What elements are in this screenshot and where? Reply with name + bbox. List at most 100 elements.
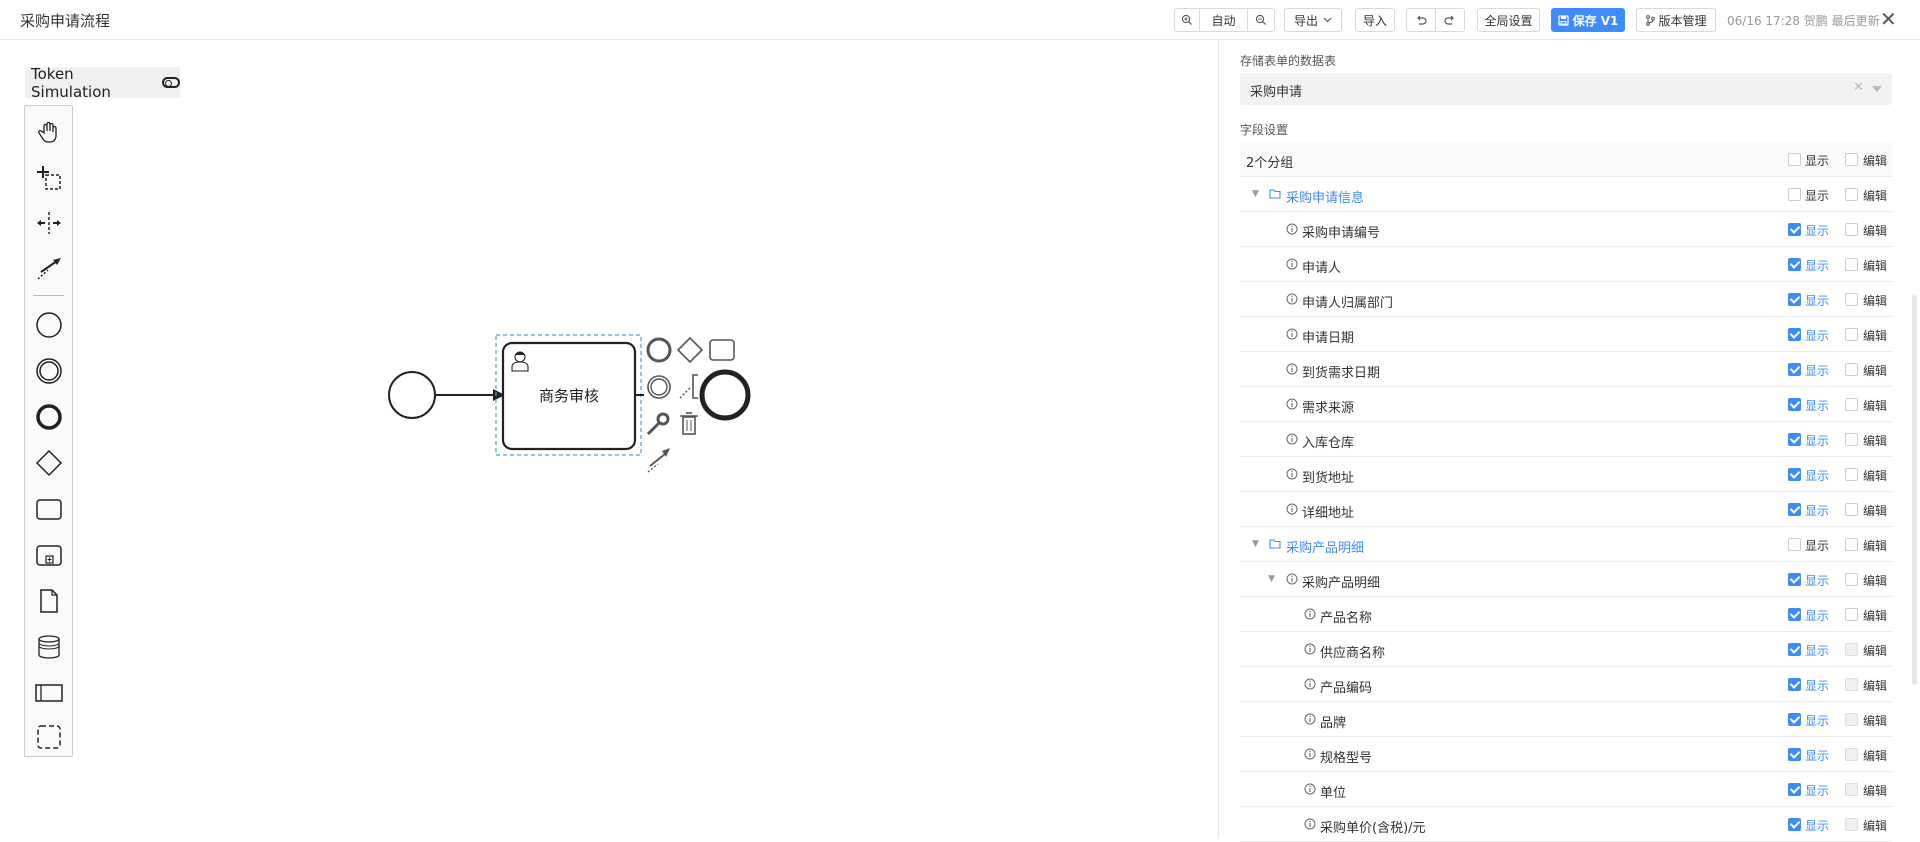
show-checkbox[interactable] — [1788, 328, 1801, 341]
group-row[interactable]: ▼ 采购申请信息 显示 编辑 — [1240, 177, 1892, 212]
edit-checkbox[interactable] — [1845, 608, 1858, 621]
global-settings-button[interactable]: 全局设置 — [1477, 8, 1540, 32]
field-row[interactable]: 供应商名称 显示 编辑 — [1240, 632, 1892, 667]
show-checkbox[interactable] — [1788, 678, 1801, 691]
field-row[interactable]: 单位 显示 编辑 — [1240, 772, 1892, 807]
table-select[interactable]: 采购申请 ✕ — [1240, 73, 1892, 105]
edit-checkbox[interactable] — [1845, 223, 1858, 236]
field-row[interactable]: 采购申请编号 显示 编辑 — [1240, 212, 1892, 247]
edit-checkbox[interactable] — [1845, 678, 1858, 691]
field-row[interactable]: 采购单价(含税)/元 显示 编辑 — [1240, 807, 1892, 842]
show-checkbox[interactable] — [1788, 818, 1801, 831]
show-checkbox[interactable] — [1788, 468, 1801, 481]
field-row[interactable]: 品牌 显示 编辑 — [1240, 702, 1892, 737]
edit-checkbox[interactable] — [1845, 643, 1858, 656]
clear-icon[interactable]: ✕ — [1853, 80, 1864, 95]
redo-button[interactable] — [1436, 9, 1464, 31]
end-event[interactable] — [699, 369, 751, 421]
data-store-tool-icon[interactable] — [25, 627, 72, 667]
panel-scrollbar[interactable] — [1912, 295, 1917, 685]
append-end-event-icon[interactable] — [646, 337, 672, 363]
field-row[interactable]: 需求来源 显示 编辑 — [1240, 387, 1892, 422]
show-checkbox[interactable] — [1788, 433, 1801, 446]
data-object-tool-icon[interactable] — [25, 581, 72, 621]
edit-checkbox[interactable] — [1845, 433, 1858, 446]
group-tool-icon[interactable] — [25, 717, 72, 757]
edit-checkbox[interactable] — [1845, 538, 1858, 551]
text-annotation-icon[interactable] — [679, 374, 698, 399]
edit-checkbox[interactable] — [1845, 363, 1858, 376]
edit-checkbox[interactable] — [1845, 748, 1858, 761]
zoom-out-button[interactable] — [1248, 9, 1274, 31]
version-management-button[interactable]: 版本管理 — [1636, 8, 1716, 32]
show-checkbox[interactable] — [1788, 783, 1801, 796]
end-event-tool-icon[interactable] — [25, 397, 72, 437]
zoom-auto-button[interactable]: 自动 — [1200, 9, 1248, 31]
start-event-tool-icon[interactable] — [25, 305, 72, 345]
edit-checkbox[interactable] — [1845, 503, 1858, 516]
edit-checkbox[interactable] — [1845, 783, 1858, 796]
field-row[interactable]: 产品名称 显示 编辑 — [1240, 597, 1892, 632]
show-checkbox[interactable] — [1788, 188, 1801, 201]
edit-checkbox[interactable] — [1845, 188, 1858, 201]
pool-tool-icon[interactable] — [25, 673, 72, 713]
show-checkbox[interactable] — [1788, 643, 1801, 656]
field-row[interactable]: 到货需求日期 显示 编辑 — [1240, 352, 1892, 387]
wrench-icon[interactable] — [646, 412, 670, 436]
edit-all-checkbox[interactable] — [1845, 153, 1858, 166]
undo-button[interactable] — [1407, 9, 1436, 31]
edit-checkbox[interactable] — [1845, 328, 1858, 341]
gateway-tool-icon[interactable] — [25, 443, 72, 483]
caret-down-icon[interactable]: ▼ — [1252, 539, 1259, 549]
global-connect-tool-icon[interactable] — [25, 248, 72, 288]
chevron-down-icon[interactable] — [1872, 86, 1882, 92]
field-row[interactable]: 申请人归属部门 显示 编辑 — [1240, 282, 1892, 317]
group-row[interactable]: ▼ 采购产品明细 显示 编辑 — [1240, 562, 1892, 597]
show-checkbox[interactable] — [1788, 223, 1801, 236]
field-row[interactable]: 产品编码 显示 编辑 — [1240, 667, 1892, 702]
edit-checkbox[interactable] — [1845, 573, 1858, 586]
caret-down-icon[interactable]: ▼ — [1268, 574, 1275, 584]
subprocess-tool-icon[interactable] — [25, 535, 72, 575]
save-button[interactable]: 保存 V1 — [1551, 8, 1625, 32]
import-button[interactable]: 导入 — [1355, 8, 1395, 32]
task-tool-icon[interactable] — [25, 489, 72, 529]
append-gateway-icon[interactable] — [676, 336, 704, 364]
field-row[interactable]: 申请人 显示 编辑 — [1240, 247, 1892, 282]
field-row[interactable]: 详细地址 显示 编辑 — [1240, 492, 1892, 527]
append-task-icon[interactable] — [709, 339, 735, 361]
append-intermediate-event-icon[interactable] — [647, 375, 671, 399]
edit-checkbox[interactable] — [1845, 713, 1858, 726]
show-checkbox[interactable] — [1788, 398, 1801, 411]
edit-checkbox[interactable] — [1845, 258, 1858, 271]
group-row[interactable]: ▼ 采购产品明细 显示 编辑 — [1240, 527, 1892, 562]
show-checkbox[interactable] — [1788, 608, 1801, 621]
close-icon[interactable]: ✕ — [1880, 7, 1897, 31]
caret-down-icon[interactable]: ▼ — [1252, 189, 1259, 199]
token-simulation-toggle[interactable]: Token Simulation — [25, 65, 180, 101]
show-checkbox[interactable] — [1788, 258, 1801, 271]
field-row[interactable]: 入库仓库 显示 编辑 — [1240, 422, 1892, 457]
export-button[interactable]: 导出 — [1284, 8, 1342, 32]
show-checkbox[interactable] — [1788, 573, 1801, 586]
edit-checkbox[interactable] — [1845, 293, 1858, 306]
show-checkbox[interactable] — [1788, 363, 1801, 376]
show-checkbox[interactable] — [1788, 293, 1801, 306]
zoom-in-button[interactable] — [1175, 9, 1200, 31]
show-checkbox[interactable] — [1788, 503, 1801, 516]
show-checkbox[interactable] — [1788, 538, 1801, 551]
edit-checkbox[interactable] — [1845, 818, 1858, 831]
connect-icon[interactable] — [647, 448, 670, 473]
edit-checkbox[interactable] — [1845, 468, 1858, 481]
intermediate-event-tool-icon[interactable] — [25, 351, 72, 391]
show-checkbox[interactable] — [1788, 748, 1801, 761]
start-event[interactable] — [388, 371, 436, 419]
show-all-checkbox[interactable] — [1788, 153, 1801, 166]
lasso-tool-icon[interactable] — [25, 158, 72, 198]
edit-checkbox[interactable] — [1845, 398, 1858, 411]
field-row[interactable]: 申请日期 显示 编辑 — [1240, 317, 1892, 352]
trash-icon[interactable] — [680, 412, 698, 435]
field-row[interactable]: 到货地址 显示 编辑 — [1240, 457, 1892, 492]
space-tool-icon[interactable] — [25, 203, 72, 243]
show-checkbox[interactable] — [1788, 713, 1801, 726]
